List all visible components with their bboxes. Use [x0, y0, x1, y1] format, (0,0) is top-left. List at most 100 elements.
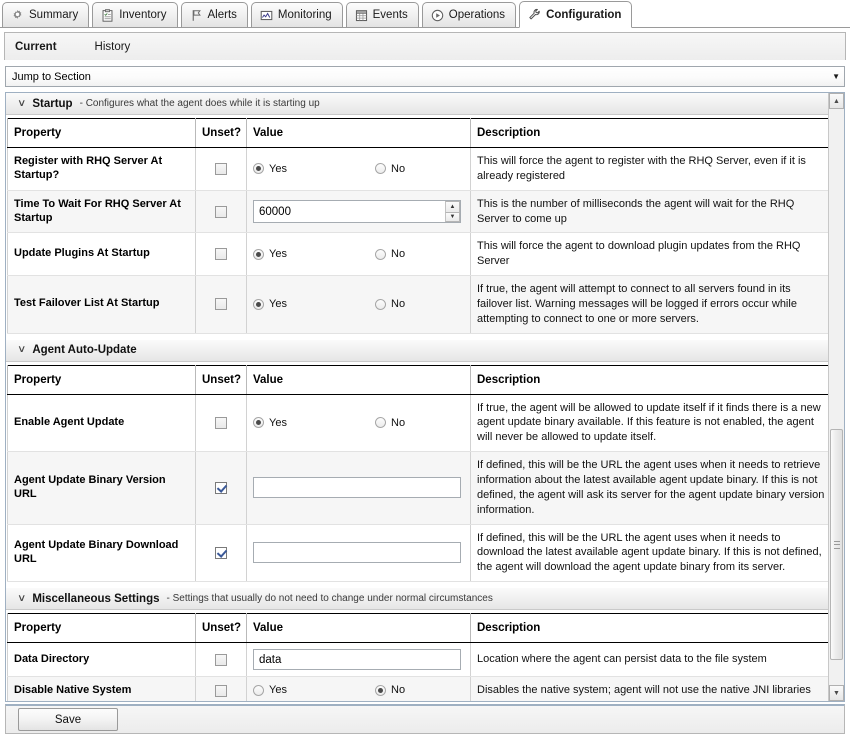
subtab-current[interactable]: Current	[15, 41, 57, 53]
jump-to-section-select[interactable]: Jump to Section	[5, 66, 845, 87]
unset-checkbox[interactable]	[215, 298, 227, 311]
radio-option-no[interactable]: No	[375, 298, 405, 310]
unset-checkbox[interactable]	[215, 546, 227, 559]
spinner-input[interactable]	[253, 200, 461, 224]
radio-yes-icon[interactable]	[253, 417, 264, 429]
chevron-down-icon[interactable]: ∨	[17, 98, 26, 109]
scroll-up-icon[interactable]: ▲	[829, 93, 844, 109]
column-header-property: Property	[7, 365, 196, 395]
section-header-startup[interactable]: ∨ Startup Configures what the agent does…	[6, 93, 835, 115]
footer-toolbar: Save	[5, 704, 845, 734]
gear-icon	[11, 9, 24, 22]
clipboard-icon	[101, 8, 114, 22]
radio-yes-icon[interactable]	[253, 298, 264, 310]
number-spinner[interactable]: ▲ ▼	[253, 200, 461, 224]
unset-checkbox[interactable]	[215, 205, 227, 218]
radio-yes-label: Yes	[269, 162, 287, 175]
unset-cell	[195, 275, 247, 334]
radio-option-yes[interactable]: Yes	[253, 163, 375, 175]
table-row: Update Plugins At Startup Yes No This wi…	[7, 232, 833, 277]
scroll-down-icon[interactable]: ▼	[829, 685, 844, 701]
radio-yes-icon[interactable]	[253, 684, 264, 696]
column-header-description: Description	[470, 365, 833, 395]
radio-option-no[interactable]: No	[375, 248, 405, 260]
property-description: If true, the agent will be allowed to up…	[470, 394, 833, 453]
radio-no-icon[interactable]	[375, 417, 386, 429]
property-label: Register with RHQ Server At Startup?	[7, 147, 196, 191]
radio-yes-icon[interactable]	[253, 248, 264, 260]
radio-no-icon[interactable]	[375, 163, 386, 175]
radio-yes-label: Yes	[269, 298, 287, 311]
radio-no-label: No	[391, 684, 406, 697]
column-header-value: Value	[246, 118, 471, 148]
value-text-input[interactable]	[253, 649, 461, 671]
chart-icon	[260, 9, 273, 22]
save-button[interactable]: Save	[18, 708, 118, 731]
spinner-down-icon[interactable]: ▼	[445, 211, 460, 223]
radio-no-icon[interactable]	[375, 684, 386, 696]
unset-cell	[195, 676, 247, 701]
config-table-startup: Property Unset? Value Description Regist…	[7, 118, 833, 334]
radio-option-yes[interactable]: Yes	[253, 248, 375, 260]
column-header-property: Property	[7, 118, 196, 148]
tab-monitoring[interactable]: Monitoring	[250, 2, 343, 27]
subtab-history[interactable]: History	[95, 41, 131, 53]
wrench-icon	[528, 8, 541, 21]
table-row: Test Failover List At Startup Yes No If …	[7, 275, 833, 334]
spinner-up-icon[interactable]: ▲	[445, 201, 460, 212]
table-header-row: Property Unset? Value Description	[7, 613, 833, 644]
radio-no-label: No	[391, 162, 406, 175]
radio-option-no[interactable]: No	[375, 163, 405, 175]
radio-option-yes[interactable]: Yes	[253, 417, 375, 429]
tab-summary[interactable]: Summary	[2, 2, 90, 27]
property-description: Location where the agent can persist dat…	[470, 642, 833, 678]
radio-option-yes[interactable]: Yes	[253, 684, 375, 696]
unset-checkbox[interactable]	[215, 162, 227, 175]
section-description: Settings that usually do not need to cha…	[167, 593, 493, 604]
tab-events[interactable]: Events	[345, 2, 419, 27]
unset-checkbox[interactable]	[215, 248, 227, 261]
vertical-scrollbar[interactable]: ▲ ▼	[828, 93, 844, 701]
unset-checkbox[interactable]	[215, 481, 227, 494]
column-header-value: Value	[246, 613, 471, 644]
unset-checkbox[interactable]	[215, 416, 227, 429]
property-label: Test Failover List At Startup	[7, 275, 196, 334]
unset-checkbox[interactable]	[215, 653, 227, 666]
table-header-row: Property Unset? Value Description	[7, 118, 833, 148]
section-header-agent-auto-update[interactable]: ∨ Agent Auto-Update	[6, 339, 835, 362]
spinner-buttons: ▲ ▼	[445, 201, 460, 223]
table-row: Disable Native System Yes No Disables th…	[7, 676, 833, 701]
table-row: Time To Wait For RHQ Server At Startup ▲…	[7, 190, 833, 234]
scrollbar-thumb[interactable]	[830, 429, 843, 660]
radio-yes-icon[interactable]	[253, 163, 264, 175]
radio-no-icon[interactable]	[375, 298, 386, 310]
tab-label: Alerts	[207, 9, 237, 21]
column-header-unset: Unset?	[195, 613, 247, 644]
section-header-miscellaneous-settings[interactable]: ∨ Miscellaneous Settings Settings that u…	[6, 588, 835, 611]
tab-alerts[interactable]: Alerts	[180, 2, 248, 27]
radio-yes-label: Yes	[269, 416, 287, 429]
section-title: Agent Auto-Update	[32, 344, 137, 357]
property-label: Enable Agent Update	[7, 394, 196, 453]
tab-label: Summary	[29, 9, 79, 21]
value-cell	[246, 524, 471, 583]
tab-inventory[interactable]: Inventory	[92, 2, 178, 27]
tab-configuration[interactable]: Configuration	[519, 1, 633, 28]
radio-no-icon[interactable]	[375, 248, 386, 260]
unset-cell	[195, 394, 247, 453]
tab-label: Operations	[448, 9, 506, 21]
unset-checkbox[interactable]	[215, 684, 227, 697]
play-icon	[431, 9, 444, 22]
radio-option-yes[interactable]: Yes	[253, 298, 375, 310]
chevron-down-icon[interactable]: ∨	[17, 593, 26, 604]
value-text-input[interactable]	[253, 542, 461, 564]
property-description: If defined, this will be the URL the age…	[470, 451, 833, 525]
value-cell	[246, 451, 471, 525]
radio-option-no[interactable]: No	[375, 684, 405, 696]
value-text-input[interactable]	[253, 477, 461, 499]
tab-operations[interactable]: Operations	[421, 2, 517, 27]
column-header-unset: Unset?	[195, 118, 247, 148]
chevron-down-icon[interactable]: ∨	[17, 345, 26, 355]
radio-option-no[interactable]: No	[375, 417, 405, 429]
property-label: Agent Update Binary Version URL	[7, 451, 196, 525]
